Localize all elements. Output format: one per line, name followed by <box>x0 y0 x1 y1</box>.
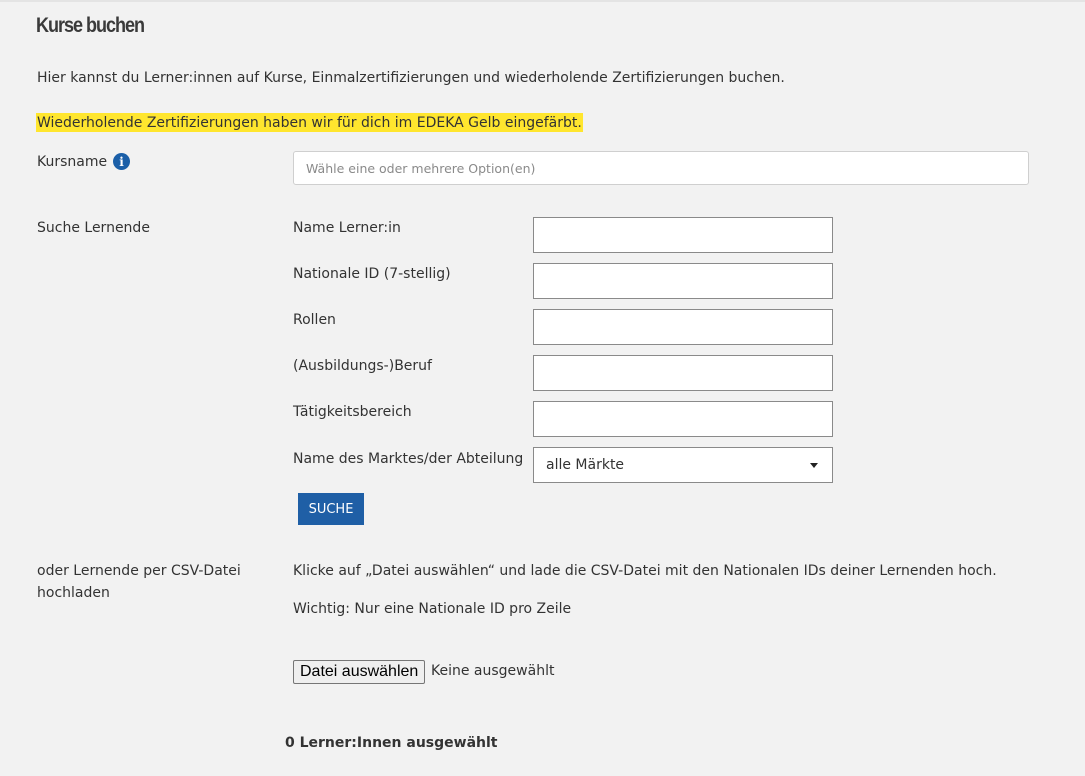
search-button[interactable]: SUCHE <box>298 493 364 525</box>
market-label: Name des Marktes/der Abteilung <box>293 451 524 467</box>
page-title: Kurse buchen <box>36 14 145 37</box>
chevron-down-icon <box>810 462 818 468</box>
selected-learners-count: 0 Lerner:Innen ausgewählt <box>285 735 498 751</box>
market-select-value: alle Märkte <box>546 457 625 473</box>
learner-name-input[interactable] <box>533 217 833 253</box>
activity-area-input[interactable] <box>533 401 833 437</box>
profession-input[interactable] <box>533 355 833 391</box>
recurring-certification-hint: Wiederholende Zertifizierungen haben wir… <box>36 113 583 132</box>
kursname-multiselect[interactable] <box>293 151 1029 185</box>
intro-text: Hier kannst du Lerner:innen auf Kurse, E… <box>37 70 785 86</box>
market-select[interactable]: alle Märkte <box>533 447 833 483</box>
national-id-input[interactable] <box>533 263 833 299</box>
kursname-label: Kursname <box>37 154 108 170</box>
info-icon[interactable]: i <box>113 153 130 170</box>
choose-file-button[interactable]: Datei auswählen <box>293 660 426 684</box>
search-section-label: Suche Lernende <box>37 220 150 236</box>
csv-note: Wichtig: Nur eine Nationale ID pro Zeile <box>293 601 572 617</box>
csv-instruction: Klicke auf „Datei auswählen“ und lade di… <box>293 563 997 579</box>
activity-area-label: Tätigkeitsbereich <box>293 404 412 420</box>
file-status: Keine ausgewählt <box>431 663 555 679</box>
profession-label: (Ausbildungs-)Beruf <box>293 358 432 374</box>
csv-section-label-line2: hochladen <box>37 585 110 601</box>
roles-label: Rollen <box>293 312 336 328</box>
roles-input[interactable] <box>533 309 833 345</box>
csv-section-label-line1: oder Lernende per CSV-Datei <box>37 563 241 579</box>
learner-name-label: Name Lerner:in <box>293 220 401 236</box>
national-id-label: Nationale ID (7-stellig) <box>293 266 451 282</box>
